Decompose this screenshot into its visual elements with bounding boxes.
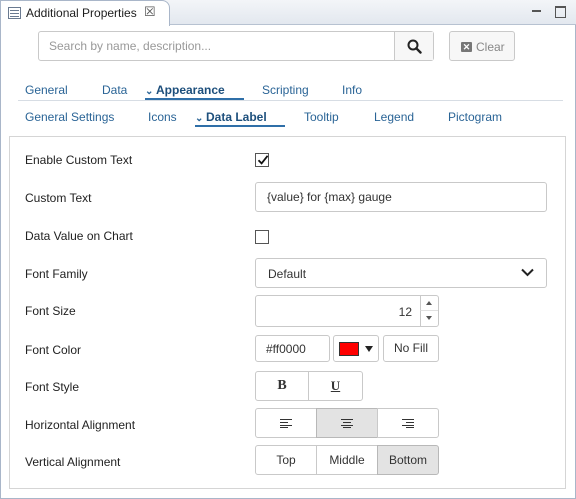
align-center-icon — [341, 418, 353, 428]
horizontal-alignment-label: Horizontal Alignment — [25, 418, 136, 432]
align-right-button[interactable] — [377, 408, 439, 438]
font-family-select[interactable]: Default — [255, 258, 547, 288]
increment-arrow-icon[interactable] — [420, 296, 438, 311]
horizontal-alignment-group — [255, 408, 439, 438]
font-color-picker-button[interactable] — [333, 335, 379, 362]
color-swatch — [339, 342, 359, 356]
subtab-legend[interactable]: Legend — [374, 110, 414, 124]
enable-custom-text-label: Enable Custom Text — [25, 153, 133, 167]
valign-bottom-button[interactable]: Bottom — [377, 445, 439, 475]
font-style-group: B U — [255, 371, 363, 401]
align-center-button[interactable] — [316, 408, 378, 438]
underline-icon: U — [330, 378, 341, 393]
view-tab-title: Additional Properties — [26, 6, 137, 20]
decrement-arrow-icon[interactable] — [420, 311, 438, 326]
underline-button[interactable]: U — [308, 371, 363, 401]
data-value-on-chart-label: Data Value on Chart — [25, 229, 133, 243]
valign-top-button[interactable]: Top — [255, 445, 317, 475]
font-color-label: Font Color — [25, 343, 82, 357]
subtab-pictogram[interactable]: Pictogram — [448, 110, 502, 124]
view-title-bar: Additional Properties ☒ — [0, 0, 576, 26]
valign-middle-button[interactable]: Middle — [316, 445, 378, 475]
font-size-stepper[interactable]: 12 — [255, 295, 439, 327]
font-color-hex-input[interactable] — [256, 336, 329, 361]
bold-icon: B — [277, 378, 287, 393]
tab-data[interactable]: Data — [102, 83, 127, 97]
font-size-value: 12 — [398, 305, 412, 319]
tab-info[interactable]: Info — [342, 83, 362, 97]
align-right-icon — [402, 418, 414, 428]
clear-button[interactable]: ✕ Clear — [449, 31, 515, 61]
custom-text-field — [255, 182, 547, 212]
close-tab-icon[interactable]: ☒ — [144, 4, 156, 20]
search-input[interactable] — [39, 32, 395, 60]
font-size-label: Font Size — [25, 304, 76, 318]
chevron-down-icon: ⌄ — [195, 113, 204, 124]
subtab-data-label-label: Data Label — [206, 110, 267, 124]
main-tab-bar: General Data ⌄ Appearance Scripting Info — [0, 80, 576, 102]
tab-appearance[interactable]: ⌄ Appearance — [145, 83, 225, 97]
search-icon — [407, 39, 422, 54]
data-value-on-chart-checkbox[interactable] — [255, 230, 269, 244]
view-tab[interactable]: Additional Properties ☒ — [0, 0, 170, 26]
main-tab-divider — [18, 100, 563, 101]
maximize-icon[interactable] — [553, 4, 567, 18]
enable-custom-text-checkbox[interactable] — [255, 153, 269, 167]
custom-text-input[interactable] — [256, 183, 546, 211]
no-fill-button[interactable]: No Fill — [383, 335, 439, 362]
subtab-icons[interactable]: Icons — [148, 110, 177, 124]
font-color-hex-field — [255, 335, 330, 362]
tab-appearance-label: Appearance — [156, 83, 225, 97]
checkmark-icon — [257, 155, 269, 165]
tab-scripting[interactable]: Scripting — [262, 83, 309, 97]
search-box — [38, 31, 434, 61]
chevron-down-icon: ⌄ — [145, 86, 154, 97]
caret-down-icon — [365, 346, 373, 352]
main-tab-active-indicator — [145, 98, 244, 100]
align-left-button[interactable] — [255, 408, 317, 438]
clear-icon: ✕ — [461, 42, 472, 52]
sub-tab-active-indicator — [195, 125, 285, 127]
vertical-alignment-label: Vertical Alignment — [25, 455, 121, 469]
sub-tab-bar: General Settings Icons ⌄ Data Label Toolt… — [0, 107, 576, 127]
subtab-data-label[interactable]: ⌄ Data Label — [195, 110, 267, 124]
subtab-tooltip[interactable]: Tooltip — [304, 110, 339, 124]
subtab-general-settings[interactable]: General Settings — [25, 110, 114, 124]
tab-general[interactable]: General — [25, 83, 68, 97]
minimize-icon[interactable] — [530, 4, 544, 18]
properties-icon — [8, 7, 21, 19]
search-button[interactable] — [394, 32, 433, 60]
bold-button[interactable]: B — [255, 371, 309, 401]
chevron-down-icon — [521, 268, 534, 277]
align-left-icon — [280, 418, 292, 428]
font-style-label: Font Style — [25, 380, 80, 394]
font-family-label: Font Family — [25, 267, 88, 281]
custom-text-label: Custom Text — [25, 191, 92, 205]
vertical-alignment-group: Top Middle Bottom — [255, 445, 439, 475]
font-family-value: Default — [268, 267, 307, 281]
clear-button-label: Clear — [476, 40, 505, 54]
